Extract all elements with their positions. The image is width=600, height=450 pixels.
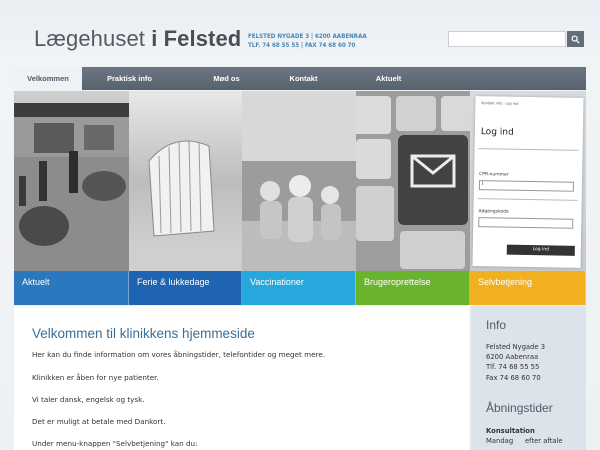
login-divider (477, 198, 578, 201)
nav-item-velkommen[interactable]: Velkommen (14, 67, 82, 90)
banner-panel-vaccinationer[interactable]: Vaccinationer (242, 91, 356, 305)
logo-part-1: Lægehuset (34, 26, 152, 51)
address-line-1: FELSTED NYGADE 3 | 6200 AABENRAA (248, 33, 367, 40)
nav-item-mod-os[interactable]: Mød os (177, 67, 276, 90)
search-button[interactable] (567, 31, 584, 47)
banner-panel-aktuelt[interactable]: Aktuelt (14, 91, 129, 305)
login-card: Kontakt info Log ind Log ind CPR-nummer … (472, 96, 584, 268)
info-line: 6200 Aabenraa (486, 353, 539, 361)
info-line: Felsted Nygade 3 (486, 343, 546, 351)
site-header: Lægehuset i Felsted FELSTED NYGADE 3 | 6… (0, 0, 600, 66)
nav-item-praktisk-info[interactable]: Praktisk info (82, 67, 177, 90)
clinic-building-image (14, 91, 129, 271)
banner-label-vaccinationer: Vaccinationer (242, 271, 356, 305)
login-tab-login: Log ind (505, 101, 519, 106)
info-line: Tlf. 74 68 55 55 (486, 363, 540, 371)
paragraph: Under menu-knappen "Selvbetjening" kan d… (32, 439, 198, 448)
nav-item-kontakt[interactable]: Kontakt (276, 67, 331, 90)
nav-item-aktuelt[interactable]: Aktuelt (331, 67, 446, 90)
paragraph: Her kan du finde information om vores åb… (32, 350, 326, 359)
banner-panel-brugeroprettelse[interactable]: Brugeroprettelse (356, 91, 470, 305)
password-field (478, 217, 574, 229)
paragraph: Det er muligt at betale med Dankort. (32, 417, 166, 426)
banner: Aktuelt Ferie & lukkedage Vaccinationer … (14, 91, 586, 305)
cpr-field: l (478, 180, 575, 192)
login-title: Log ind (480, 127, 514, 138)
login-divider (478, 148, 579, 151)
banner-label-ferie: Ferie & lukkedage (129, 271, 242, 305)
main-content: Velkommen til klinikkens hjemmeside Her … (14, 306, 469, 450)
hours-day: Mandag (486, 437, 514, 445)
banner-label-aktuelt: Aktuelt (14, 271, 129, 305)
info-sidebar: Info Felsted Nygade 3 6200 Aabenraa Tlf.… (471, 306, 586, 450)
logo-part-2: i Felsted (151, 26, 242, 51)
password-label: Adgangskode (478, 209, 509, 215)
beach-chair-image (129, 91, 242, 271)
search-input[interactable] (448, 31, 566, 47)
site-logo[interactable]: Lægehuset i Felsted (34, 26, 241, 52)
cpr-label: CPR-nummer (479, 172, 509, 178)
login-tab-info: Kontakt info (481, 101, 503, 106)
children-at-beach-image (242, 91, 356, 271)
banner-panel-ferie[interactable]: Ferie & lukkedage (129, 91, 242, 305)
hours-subtitle: Konsultation (486, 427, 535, 435)
login-button: Log ind (506, 244, 575, 256)
page-title: Velkommen til klinikkens hjemmeside (32, 326, 255, 341)
login-screen-image: Kontakt info Log ind Log ind CPR-nummer … (470, 91, 586, 271)
main-nav: Velkommen Praktisk info Mød os Kontakt A… (14, 67, 586, 90)
info-line: Fax 74 68 60 70 (486, 374, 541, 382)
banner-panel-selvbetjening[interactable]: Kontakt info Log ind Log ind CPR-nummer … (470, 91, 586, 305)
address-line-2: TLF. 74 68 55 55 | FAX 74 68 60 70 (248, 42, 356, 49)
paragraph: Vi taler dansk, engelsk og tysk. (32, 395, 145, 404)
search-icon (571, 34, 580, 44)
hours-value: efter aftale (525, 437, 563, 445)
banner-label-selvbetjening: Selvbetjening (470, 271, 586, 305)
paragraph: Klinikken er åben for nye patienter. (32, 373, 159, 382)
info-title: Info (486, 318, 507, 332)
header-address: FELSTED NYGADE 3 | 6200 AABENRAA TLF. 74… (248, 32, 367, 50)
keyboard-email-image (356, 91, 470, 271)
hours-title: Åbningstider (486, 401, 553, 415)
banner-label-brugeroprettelse: Brugeroprettelse (356, 271, 470, 305)
